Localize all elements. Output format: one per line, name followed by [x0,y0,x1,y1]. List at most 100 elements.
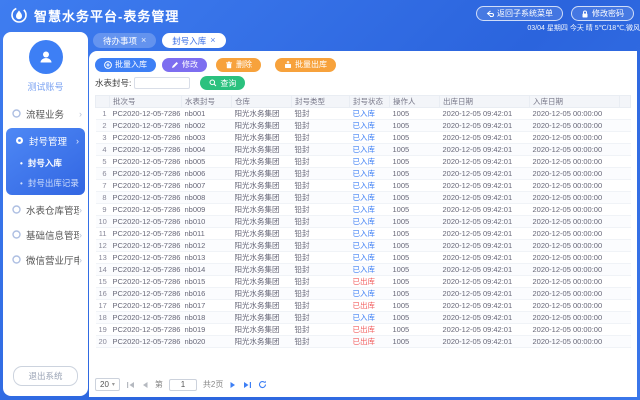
sidebar-group-seal-management: 封号管理 › • 封号入库 • 封号出库记录 [6,128,85,195]
cell-warehouse: 阳光水务集团 [232,324,292,336]
cell-inbound-date: 2020-12-05 00:00:00 [530,168,620,180]
cell-seal-status: 已入库 [350,144,390,156]
sidebar-subitem-seal-inbound[interactable]: • 封号入库 [6,153,85,173]
table-row[interactable]: 16 PC2020-12-05-7286 nb016 阳光水务集团 铅封 已入库… [96,288,631,300]
cell-batch: PC2020-12-05-7286 [110,180,182,192]
cell-seal-type: 铅封 [292,132,350,144]
row-index: 8 [96,192,110,204]
table-row[interactable]: 15 PC2020-12-05-7286 nb015 阳光水务集团 铅封 已出库… [96,276,631,288]
cell-inbound-date: 2020-12-05 00:00:00 [530,264,620,276]
tab-close-icon[interactable]: × [210,36,215,45]
logout-button[interactable]: 退出系统 [13,366,77,386]
edit-button[interactable]: 修改 [162,58,207,72]
sidebar-item-meter-warehouse[interactable]: 水表仓库管理 › [3,197,88,222]
back-to-system-menu-button[interactable]: 返回子系统菜单 [476,6,563,21]
table-row[interactable]: 6 PC2020-12-05-7286 nb006 阳光水务集团 铅封 已入库 … [96,168,631,180]
first-page-button[interactable] [126,381,135,389]
table-row[interactable]: 11 PC2020-12-05-7286 nb011 阳光水务集团 铅封 已入库… [96,228,631,240]
sidebar-item-seal-management[interactable]: 封号管理 › [6,128,85,153]
tab-seal-inbound[interactable]: 封号入库 × [162,33,225,48]
search-row: 水表封号: 查询 [95,76,631,90]
cell-inbound-date: 2020-12-05 00:00:00 [530,240,620,252]
cell-outbound-date: 2020-12-05 09:42:01 [440,168,530,180]
table-row[interactable]: 3 PC2020-12-05-7286 nb003 阳光水务集团 铅封 已入库 … [96,132,631,144]
delete-button[interactable]: 删除 [216,58,261,72]
cell-warehouse: 阳光水务集团 [232,108,292,120]
search-button[interactable]: 查询 [200,76,245,90]
cell-operator: 1005 [390,204,440,216]
cell-operator: 1005 [390,168,440,180]
prev-page-button[interactable] [141,381,149,389]
change-password-button[interactable]: 修改密码 [571,6,634,21]
batch-inbound-button[interactable]: 批量入库 [95,58,156,72]
seal-table: 批次号 水表封号 仓库 封号类型 封号状态 操作人 出库日期 入库日期 1 PC… [95,95,631,348]
tab-todo[interactable]: 待办事项 × [93,33,156,48]
table-row[interactable]: 14 PC2020-12-05-7286 nb014 阳光水务集团 铅封 已入库… [96,264,631,276]
cell-seal-status: 已出库 [350,336,390,348]
cell-batch: PC2020-12-05-7286 [110,216,182,228]
table-header-row: 批次号 水表封号 仓库 封号类型 封号状态 操作人 出库日期 入库日期 [96,96,631,108]
sidebar-subitem-seal-outbound-records[interactable]: • 封号出库记录 [6,173,85,193]
cell-seal-type: 铅封 [292,108,350,120]
cell-outbound-date: 2020-12-05 09:42:01 [440,132,530,144]
table-row[interactable]: 2 PC2020-12-05-7286 nb002 阳光水务集团 铅封 已入库 … [96,120,631,132]
row-index: 16 [96,288,110,300]
row-index: 3 [96,132,110,144]
table-row[interactable]: 12 PC2020-12-05-7286 nb012 阳光水务集团 铅封 已入库… [96,240,631,252]
base-info-icon [12,230,21,239]
row-index: 12 [96,240,110,252]
refresh-icon[interactable] [258,380,267,389]
sidebar-item-process-business[interactable]: 流程业务 › [3,101,88,126]
export-box-icon [284,61,292,69]
row-index: 18 [96,312,110,324]
cell-operator: 1005 [390,216,440,228]
cell-seal-number: nb001 [182,108,232,120]
table-row[interactable]: 1 PC2020-12-05-7286 nb001 阳光水务集团 铅封 已入库 … [96,108,631,120]
row-index: 4 [96,144,110,156]
col-warehouse: 仓库 [232,96,292,108]
cell-outbound-date: 2020-12-05 09:42:01 [440,288,530,300]
cell-seal-status: 已入库 [350,168,390,180]
cell-seal-number: nb014 [182,264,232,276]
table-row[interactable]: 10 PC2020-12-05-7286 nb010 阳光水务集团 铅封 已入库… [96,216,631,228]
cell-batch: PC2020-12-05-7286 [110,228,182,240]
cell-seal-type: 铅封 [292,252,350,264]
table-row[interactable]: 13 PC2020-12-05-7286 nb013 阳光水务集团 铅封 已入库… [96,252,631,264]
table-row[interactable]: 19 PC2020-12-05-7286 nb019 阳光水务集团 铅封 已出库… [96,324,631,336]
tab-close-icon[interactable]: × [141,36,146,45]
last-page-button[interactable] [243,381,252,389]
cell-operator: 1005 [390,312,440,324]
page-prefix-label: 第 [155,379,163,390]
chevron-right-icon: › [79,205,82,215]
seal-number-input[interactable] [134,77,190,89]
cell-operator: 1005 [390,180,440,192]
cell-seal-type: 铅封 [292,288,350,300]
table-row[interactable]: 9 PC2020-12-05-7286 nb009 阳光水务集团 铅封 已入库 … [96,204,631,216]
next-page-button[interactable] [229,381,237,389]
table-row[interactable]: 4 PC2020-12-05-7286 nb004 阳光水务集团 铅封 已入库 … [96,144,631,156]
page-number-input[interactable] [169,379,197,391]
cell-seal-number: nb006 [182,168,232,180]
row-index: 5 [96,156,110,168]
cell-operator: 1005 [390,192,440,204]
table-row[interactable]: 8 PC2020-12-05-7286 nb008 阳光水务集团 铅封 已入库 … [96,192,631,204]
table-row[interactable]: 7 PC2020-12-05-7286 nb007 阳光水务集团 铅封 已入库 … [96,180,631,192]
col-operator: 操作人 [390,96,440,108]
cell-operator: 1005 [390,108,440,120]
page-size-select[interactable]: 20 ▾ [95,378,120,391]
cell-seal-number: nb007 [182,180,232,192]
cell-seal-type: 铅封 [292,192,350,204]
cell-operator: 1005 [390,228,440,240]
cell-seal-type: 铅封 [292,240,350,252]
table-row[interactable]: 5 PC2020-12-05-7286 nb005 阳光水务集团 铅封 已入库 … [96,156,631,168]
table-row[interactable]: 20 PC2020-12-05-7286 nb020 阳光水务集团 铅封 已出库… [96,336,631,348]
sidebar-item-wechat-hall[interactable]: 微信营业厅申请 › [3,247,88,272]
row-index: 1 [96,108,110,120]
table-row[interactable]: 17 PC2020-12-05-7286 nb017 阳光水务集团 铅封 已出库… [96,300,631,312]
table-row[interactable]: 18 PC2020-12-05-7286 nb018 阳光水务集团 铅封 已入库… [96,312,631,324]
cell-seal-status: 已入库 [350,228,390,240]
cell-seal-number: nb005 [182,156,232,168]
cell-inbound-date: 2020-12-05 00:00:00 [530,108,620,120]
batch-outbound-button[interactable]: 批量出库 [275,58,336,72]
sidebar-item-base-info[interactable]: 基础信息管理 › [3,222,88,247]
